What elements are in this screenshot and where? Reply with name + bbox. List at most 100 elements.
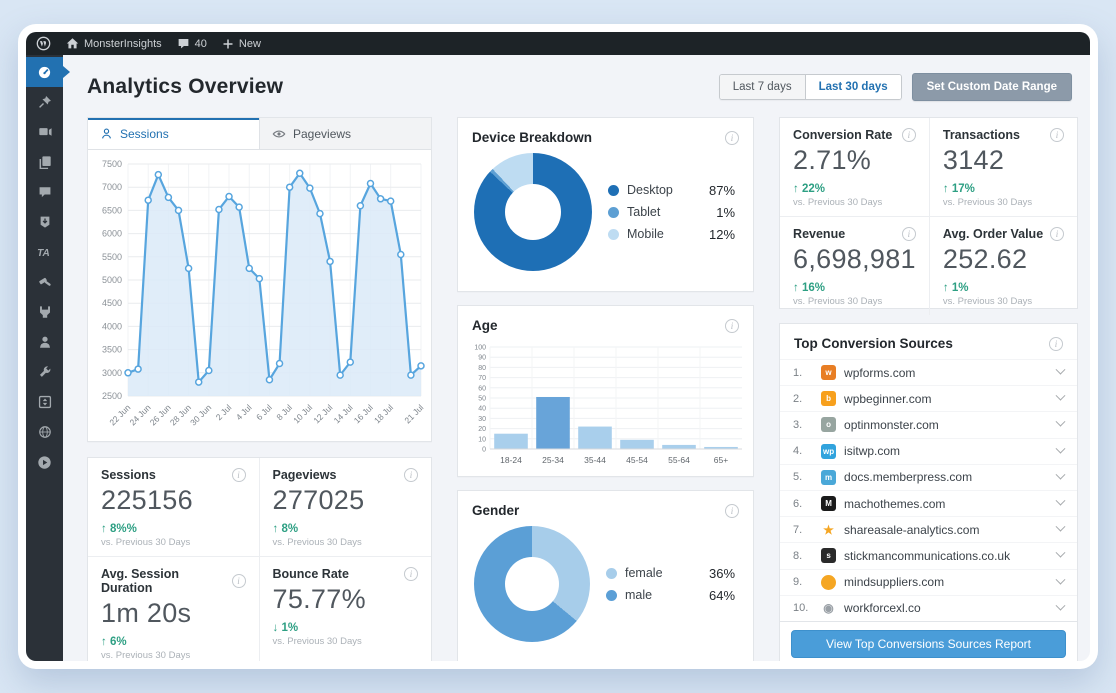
svg-text:14 Jul: 14 Jul <box>332 402 355 425</box>
chevron-down-icon[interactable] <box>1055 443 1066 454</box>
kpi-card: Bounce Rate 75.77% ↓ 1% vs. Previous 30 Day… <box>260 557 432 661</box>
source-row[interactable]: 1. w wpforms.com <box>780 359 1077 385</box>
legend-item: Desktop 87% <box>608 183 735 198</box>
info-icon[interactable] <box>1050 227 1064 241</box>
kpi-label: Transactions <box>942 128 1020 142</box>
age-title: Age <box>472 318 498 333</box>
sidebar-item-posts[interactable] <box>26 87 63 117</box>
legend-label: male <box>625 588 653 602</box>
wp-admin-bar: MonsterInsights 40 New <box>26 32 1090 55</box>
info-icon[interactable] <box>725 503 740 518</box>
set-custom-date-range-button[interactable]: Set Custom Date Range <box>911 73 1072 101</box>
sidebar-item-dashboard[interactable] <box>26 57 63 87</box>
chevron-down-icon[interactable] <box>1055 364 1066 375</box>
wordpress-logo-icon[interactable] <box>36 36 51 51</box>
kpi-comparison-note: vs. Previous 30 Days <box>942 296 1033 307</box>
chevron-down-icon[interactable] <box>1055 521 1066 532</box>
sidebar-item-network[interactable] <box>26 417 63 447</box>
gender-card: Gender female 36% male 64% <box>457 490 755 661</box>
source-row[interactable]: 10. ◉ workforcexl.co <box>780 594 1077 621</box>
source-rank: 9. <box>793 576 803 589</box>
sidebar-item-settings[interactable] <box>26 387 63 417</box>
svg-text:6000: 6000 <box>102 229 122 239</box>
info-icon[interactable] <box>404 468 418 482</box>
info-icon[interactable] <box>404 567 418 581</box>
kpi-change-value: 16% <box>802 282 826 294</box>
dashboard-columns: Sessions Pageviews 2500 3000 3500 4000 4500 5… <box>77 117 1078 661</box>
svg-text:45-54: 45-54 <box>626 455 648 465</box>
chevron-down-icon[interactable] <box>1055 469 1066 480</box>
source-rank: 1. <box>793 366 803 379</box>
info-icon[interactable] <box>901 227 916 241</box>
sidebar-item-media[interactable] <box>26 117 63 147</box>
sidebar-item-tools[interactable] <box>26 357 63 387</box>
kpi-value: 2.71% <box>793 145 872 175</box>
comments-link[interactable]: 40 <box>177 37 207 50</box>
source-favicon-icon: M <box>821 496 837 512</box>
source-domain: shareasale-analytics.com <box>844 522 980 537</box>
info-icon[interactable] <box>725 318 740 333</box>
source-row[interactable]: 6. Mmachothemes.com <box>780 489 1077 516</box>
wp-admin-sidebar: TA <box>26 55 63 661</box>
sidebar-item-appearance[interactable] <box>26 267 63 297</box>
site-name: MonsterInsights <box>84 37 162 50</box>
sidebar-item-comments[interactable] <box>26 177 63 207</box>
info-icon[interactable] <box>725 130 740 145</box>
kpi-change: ↑ 8% <box>273 523 419 535</box>
plug-icon <box>39 306 50 318</box>
source-row[interactable]: 5. m docs.memberpress.com <box>780 463 1077 490</box>
view-top-conversions-report-button[interactable]: View Top Conversions Sources Report <box>791 629 1066 658</box>
source-domain: optinmonster.com <box>844 417 939 432</box>
kpi-label: Revenue <box>793 227 846 241</box>
source-rank: 10. <box>793 602 809 615</box>
source-row[interactable]: 7. ★ shareasale-analytics.com <box>780 516 1077 542</box>
svg-text:80: 80 <box>478 365 486 372</box>
source-rank: 8. <box>793 549 803 562</box>
kpi-comparison-note: vs. Previous 30 Days <box>101 650 191 661</box>
sidebar-item-downloads[interactable] <box>26 207 63 237</box>
info-icon[interactable] <box>231 574 246 588</box>
svg-text:4500: 4500 <box>102 298 122 308</box>
kpi-change: ↓ 1% <box>273 622 419 634</box>
page-background: { "admin_bar": { "site_name": "MonsterIn… <box>0 0 1116 693</box>
site-link[interactable]: MonsterInsights <box>66 37 162 50</box>
info-icon[interactable] <box>231 468 246 482</box>
chevron-down-icon[interactable] <box>1055 600 1066 611</box>
info-icon[interactable] <box>1049 336 1063 351</box>
source-row[interactable]: 8. s stickmancommunications.co.uk <box>780 542 1077 568</box>
age-card: Age 0 10 20 30 40 50 60 70 80 90 100 18-24 25-34 35-4… <box>457 305 755 477</box>
legend-dot <box>608 228 619 240</box>
last-30-days-button[interactable]: Last 30 days <box>805 75 901 99</box>
svg-text:25-34: 25-34 <box>542 455 564 465</box>
arrow-up-icon: ↑ <box>101 636 110 648</box>
kpi-change: ↑ 6% <box>101 636 246 648</box>
svg-text:60: 60 <box>478 385 486 392</box>
column-right: Conversion Rate 2.71% ↑ 22% vs. Previous 30… <box>779 117 1078 661</box>
source-row[interactable]: 9. mindsuppliers.com <box>780 568 1077 595</box>
home-icon <box>66 38 79 49</box>
sidebar-item-pages[interactable] <box>26 147 63 177</box>
sidebar-item-video[interactable] <box>26 447 63 477</box>
chevron-down-icon[interactable] <box>1055 417 1066 428</box>
tab-pageviews[interactable]: Pageviews <box>260 118 431 149</box>
arrow-up-icon: ↑ <box>942 282 952 294</box>
top-sources-list: 1. w wpforms.com 2. b wpbeginner.com 3. o optinm… <box>780 359 1077 621</box>
chevron-down-icon[interactable] <box>1055 574 1066 585</box>
chevron-down-icon[interactable] <box>1055 495 1066 506</box>
new-label: New <box>238 37 261 50</box>
tab-sessions[interactable]: Sessions <box>88 118 260 149</box>
new-content-link[interactable]: New <box>222 38 261 50</box>
info-icon[interactable] <box>1050 128 1064 142</box>
source-row[interactable]: 2. b wpbeginner.com <box>780 385 1077 411</box>
sidebar-item-ta-plugin[interactable]: TA <box>26 237 63 267</box>
source-row[interactable]: 4. wp isitwp.com <box>780 437 1077 464</box>
sidebar-item-plugins[interactable] <box>26 297 63 327</box>
chevron-down-icon[interactable] <box>1055 548 1066 559</box>
sidebar-item-users[interactable] <box>26 327 63 357</box>
source-row[interactable]: 3. o optinmonster.com <box>780 411 1077 437</box>
chevron-down-icon[interactable] <box>1055 391 1066 401</box>
legend-item: male 64% <box>606 588 735 603</box>
last-7-days-button[interactable]: Last 7 days <box>719 75 806 99</box>
source-rank: 4. <box>793 445 803 458</box>
info-icon[interactable] <box>901 128 916 142</box>
